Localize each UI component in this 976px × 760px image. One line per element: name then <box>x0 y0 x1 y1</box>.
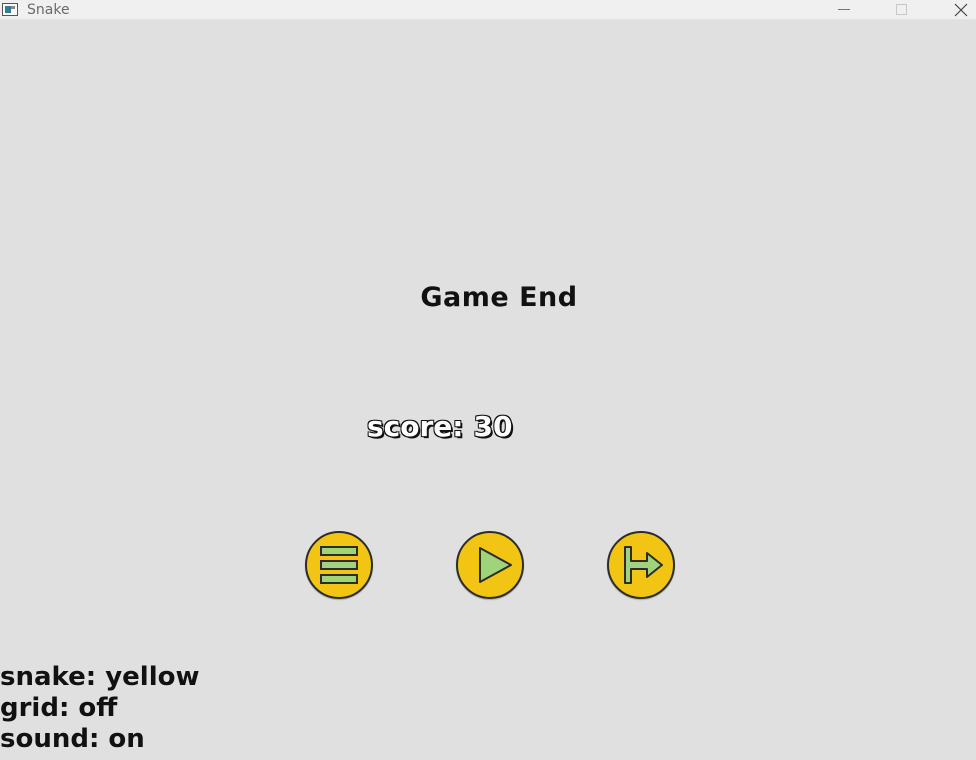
exit-icon <box>624 546 663 584</box>
game-canvas: Game End score: 30 snake: yellow grid: of… <box>0 20 976 760</box>
score-display: score: 30 <box>367 410 512 443</box>
window-title: Snake <box>27 2 70 18</box>
score-value: 30 <box>473 410 513 443</box>
window-titlebar: Snake <box>0 0 976 20</box>
minimize-button[interactable] <box>815 0 873 20</box>
settings-status: snake: yellow grid: off sound: on <box>0 662 200 755</box>
grid-setting: grid: off <box>0 693 118 723</box>
play-icon <box>479 547 512 583</box>
close-icon <box>954 3 968 17</box>
maximize-icon <box>896 4 907 15</box>
minimize-icon <box>838 9 850 10</box>
menu-button[interactable] <box>305 531 373 599</box>
sound-setting: sound: on <box>0 724 145 754</box>
exit-button[interactable] <box>607 531 675 599</box>
maximize-button[interactable] <box>873 0 931 20</box>
snake-setting: snake: yellow <box>0 662 200 692</box>
app-icon <box>2 3 18 16</box>
menu-icon <box>320 546 358 584</box>
game-end-title: Game End <box>420 282 578 313</box>
close-button[interactable] <box>932 0 976 20</box>
score-label: score: <box>367 410 464 443</box>
play-again-button[interactable] <box>456 531 524 599</box>
